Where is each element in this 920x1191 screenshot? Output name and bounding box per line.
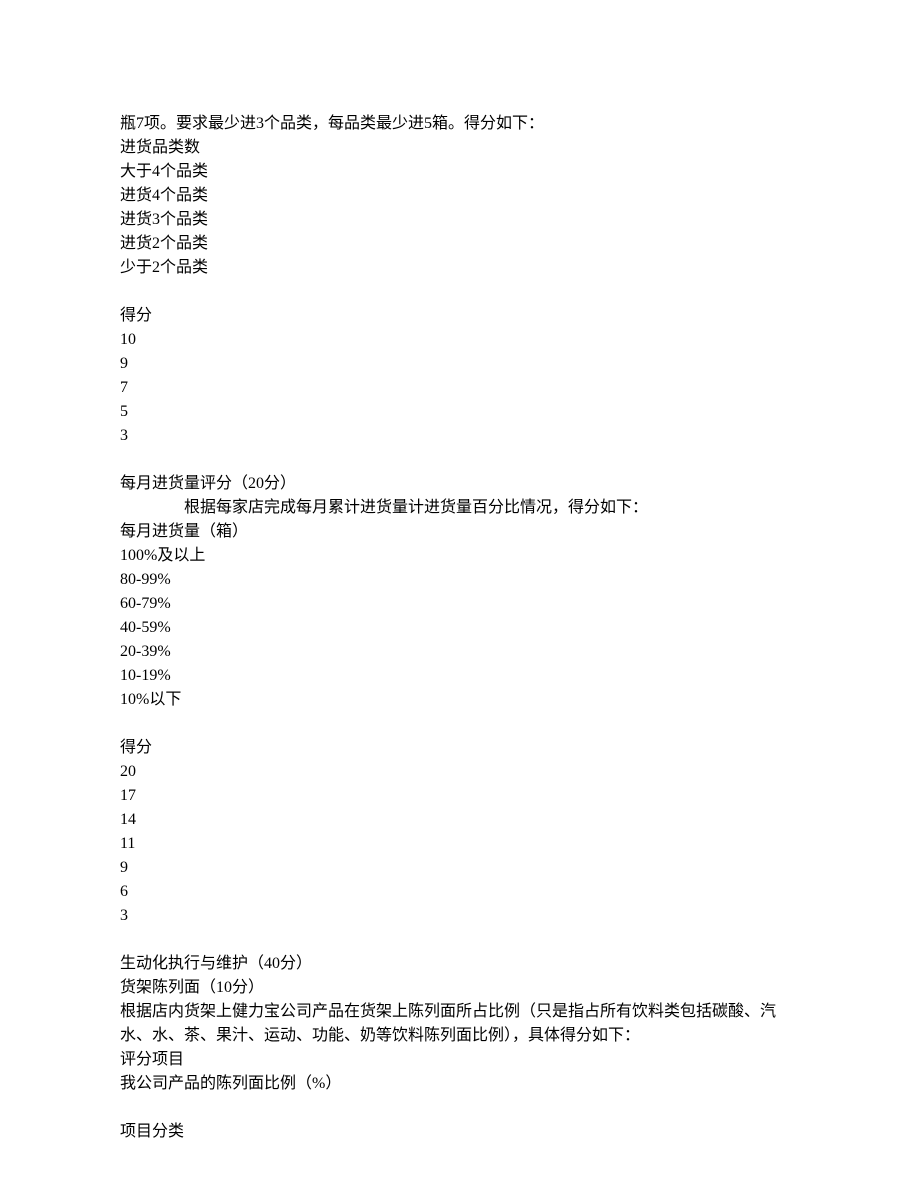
eval-ratio: 我公司产品的陈列面比例（%） <box>120 1072 800 1096</box>
monthly-row: 10-19% <box>120 664 800 688</box>
score-label: 得分 <box>120 304 800 328</box>
monthly-score: 9 <box>120 856 800 880</box>
monthly-row: 60-79% <box>120 592 800 616</box>
blank-line <box>120 448 800 472</box>
monthly-row: 10%以下 <box>120 688 800 712</box>
section1-score: 3 <box>120 424 800 448</box>
monthly-score: 11 <box>120 832 800 856</box>
blank-line <box>120 1096 800 1120</box>
eval-category: 项目分类 <box>120 1120 800 1144</box>
vivid-title: 生动化执行与维护（40分） <box>120 952 800 976</box>
monthly-score: 6 <box>120 880 800 904</box>
section1-header: 进货品类数 <box>120 136 800 160</box>
shelf-desc: 根据店内货架上健力宝公司产品在货架上陈列面所占比例（只是指占所有饮料类包括碳酸、… <box>120 1000 800 1048</box>
monthly-row: 100%及以上 <box>120 544 800 568</box>
blank-line <box>120 928 800 952</box>
intro-line: 瓶7项。要求最少进3个品类，每品类最少进5箱。得分如下： <box>120 112 800 136</box>
eval-item: 评分项目 <box>120 1048 800 1072</box>
section1-score: 9 <box>120 352 800 376</box>
section1-row: 少于2个品类 <box>120 256 800 280</box>
section1-score: 7 <box>120 376 800 400</box>
monthly-score: 14 <box>120 808 800 832</box>
section1-row: 大于4个品类 <box>120 160 800 184</box>
blank-line <box>120 280 800 304</box>
monthly-title: 每月进货量评分（20分） <box>120 472 800 496</box>
monthly-row: 80-99% <box>120 568 800 592</box>
monthly-score: 17 <box>120 784 800 808</box>
shelf-title: 货架陈列面（10分） <box>120 976 800 1000</box>
monthly-score: 3 <box>120 904 800 928</box>
document-page: 瓶7项。要求最少进3个品类，每品类最少进5箱。得分如下： 进货品类数 大于4个品… <box>0 0 920 1191</box>
score-label: 得分 <box>120 736 800 760</box>
monthly-row: 40-59% <box>120 616 800 640</box>
monthly-note: 根据每家店完成每月累计进货量计进货量百分比情况，得分如下： <box>120 496 800 520</box>
monthly-header: 每月进货量（箱） <box>120 520 800 544</box>
monthly-row: 20-39% <box>120 640 800 664</box>
section1-score: 5 <box>120 400 800 424</box>
section1-row: 进货4个品类 <box>120 184 800 208</box>
section1-row: 进货3个品类 <box>120 208 800 232</box>
section1-row: 进货2个品类 <box>120 232 800 256</box>
monthly-score: 20 <box>120 760 800 784</box>
blank-line <box>120 712 800 736</box>
section1-score: 10 <box>120 328 800 352</box>
